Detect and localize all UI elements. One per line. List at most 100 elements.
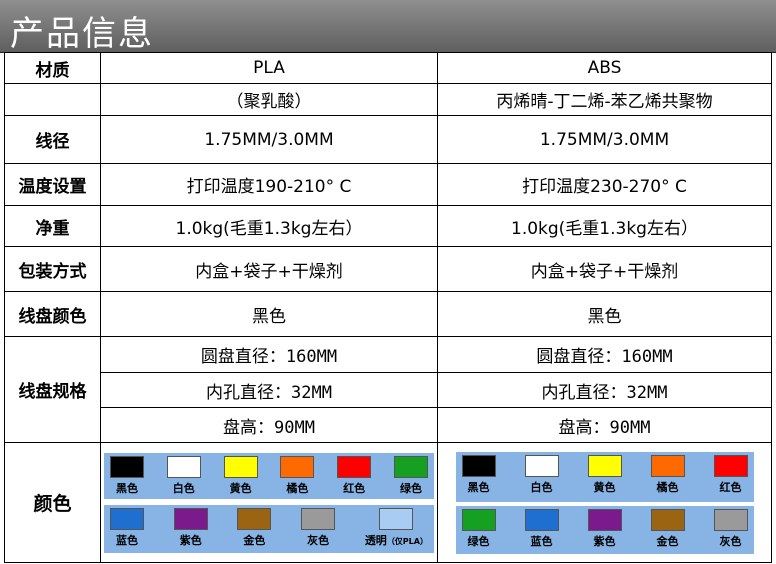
color-swatch-box bbox=[337, 455, 372, 478]
color-swatch-box bbox=[587, 508, 622, 531]
color-swatch: 白色 bbox=[166, 455, 201, 496]
abs-net-weight: 1.0kg(毛重1.3kg左右） bbox=[437, 205, 772, 247]
abs-spool-diameter: 圆盘直径：160MM bbox=[437, 336, 772, 373]
color-swatch: 黑色 bbox=[461, 454, 496, 495]
color-swatch-label: 灰色 bbox=[307, 532, 329, 548]
color-swatch: 橘色 bbox=[280, 455, 315, 496]
color-name: 绿色 bbox=[467, 534, 490, 548]
color-swatch-label: 灰色 bbox=[720, 533, 742, 549]
color-swatch: 白色 bbox=[524, 454, 559, 495]
pla-spool-color: 黑色 bbox=[100, 291, 438, 337]
color-name: 蓝色 bbox=[530, 534, 553, 548]
color-swatch: 紫色 bbox=[173, 507, 208, 548]
color-swatch: 金色 bbox=[650, 508, 685, 549]
color-name: 紫色 bbox=[179, 533, 202, 547]
pla-net-weight: 1.0kg(毛重1.3kg左右） bbox=[100, 205, 438, 247]
table-row: 材质 PLA ABS bbox=[4, 52, 772, 84]
table-row: 线径 1.75MM/3.0MM 1.75MM/3.0MM bbox=[4, 115, 772, 164]
table-row: 净重 1.0kg(毛重1.3kg左右） 1.0kg(毛重1.3kg左右） bbox=[4, 205, 772, 247]
color-swatch: 蓝色 bbox=[110, 507, 144, 548]
color-swatch-box bbox=[280, 455, 315, 478]
empty-cell bbox=[4, 83, 101, 116]
color-swatch-label: 绿色 bbox=[468, 533, 490, 549]
table-row: 线盘规格 圆盘直径：160MM 圆盘直径：160MM bbox=[4, 336, 772, 443]
color-swatch: 黄色 bbox=[587, 454, 622, 495]
color-swatch-label: 红色 bbox=[720, 479, 742, 495]
color-swatch-box bbox=[524, 454, 559, 477]
color-swatch-label: 黄色 bbox=[594, 479, 616, 495]
color-swatch-box bbox=[587, 454, 622, 477]
color-swatch-label: 透明（仅PLA） bbox=[365, 532, 428, 548]
color-name: 黄色 bbox=[593, 480, 616, 494]
color-swatch-label: 黄色 bbox=[230, 480, 252, 496]
color-name: 绿色 bbox=[399, 481, 422, 495]
pla-spool-hole: 内孔直径：32MM bbox=[100, 372, 438, 408]
color-swatch: 黄色 bbox=[223, 455, 258, 496]
color-swatch-box bbox=[524, 508, 559, 531]
color-swatch-label: 红色 bbox=[343, 480, 365, 496]
abs-diameter: 1.75MM/3.0MM bbox=[437, 115, 772, 164]
pla-colors: 黑色 白色 黄色 橘色 红色 绿色 蓝色 紫色 金色 灰色 透明（仅PLA） bbox=[100, 442, 438, 563]
color-swatch-label: 橘色 bbox=[286, 480, 308, 496]
color-swatch-label: 白色 bbox=[173, 480, 195, 496]
table-row: （聚乳酸） 丙烯晴-丁二烯-苯乙烯共聚物 bbox=[4, 83, 772, 116]
color-swatch: 黑色 bbox=[110, 455, 144, 496]
color-name: 蓝色 bbox=[116, 533, 138, 547]
color-swatch: 蓝色 bbox=[524, 508, 559, 549]
pla-temperature: 打印温度190-210° C bbox=[100, 163, 438, 206]
table-row: 盘高：90MM 盘高：90MM bbox=[5, 407, 772, 443]
table-row: 包装方式 内盒+袋子+干燥剂 内盒+袋子+干燥剂 bbox=[4, 246, 772, 292]
color-swatch: 紫色 bbox=[587, 508, 622, 549]
color-swatch-label: 绿色 bbox=[400, 480, 422, 496]
color-name: 橘色 bbox=[286, 481, 309, 495]
pla-diameter: 1.75MM/3.0MM bbox=[100, 115, 438, 164]
color-swatch-box bbox=[237, 507, 272, 530]
label-colors: 颜色 bbox=[4, 442, 101, 563]
pla-material: PLA bbox=[100, 52, 438, 84]
label-spool-color: 线盘颜色 bbox=[4, 291, 101, 337]
color-swatch-label: 紫色 bbox=[180, 532, 202, 548]
abs-spool-color: 黑色 bbox=[437, 291, 772, 337]
abs-material-full: 丙烯晴-丁二烯-苯乙烯共聚物 bbox=[437, 83, 772, 116]
color-name: 橘色 bbox=[656, 480, 679, 494]
color-name: 红色 bbox=[343, 481, 366, 495]
abs-packaging: 内盒+袋子+干燥剂 bbox=[437, 246, 772, 292]
color-name: 黄色 bbox=[229, 481, 252, 495]
color-swatch-box bbox=[379, 507, 414, 530]
label-spool-spec: 线盘规格 bbox=[4, 336, 101, 443]
color-name: 灰色 bbox=[719, 534, 742, 548]
color-swatch-label: 金色 bbox=[657, 533, 679, 549]
pla-packaging: 内盒+袋子+干燥剂 bbox=[100, 246, 438, 292]
color-swatch-box bbox=[713, 454, 748, 477]
table-row: 温度设置 打印温度190-210° C 打印温度230-270° C bbox=[4, 163, 772, 206]
label-diameter: 线径 bbox=[4, 115, 101, 164]
pla-material-full: （聚乳酸） bbox=[100, 83, 438, 116]
pla-spool-diameter: 圆盘直径：160MM bbox=[100, 336, 438, 373]
abs-material: ABS bbox=[437, 52, 772, 84]
abs-swatch-panel-1: 黑色 白色 黄色 橘色 红色 bbox=[455, 451, 754, 502]
color-swatch-label: 紫色 bbox=[594, 533, 616, 549]
color-swatch: 橘色 bbox=[650, 454, 685, 495]
label-material: 材质 bbox=[4, 52, 101, 84]
color-name: 白色 bbox=[530, 480, 553, 494]
color-swatch-box bbox=[110, 455, 144, 478]
color-swatch-label: 蓝色 bbox=[531, 533, 553, 549]
color-swatch: 绿色 bbox=[461, 508, 496, 549]
color-name: 金色 bbox=[656, 534, 679, 548]
table-row: 颜色 黑色 白色 黄色 橘色 红色 绿色 蓝色 紫色 金色 灰色 透明（仅PLA） 黑色 白色 黄色橘… bbox=[4, 442, 772, 563]
color-name: 黑色 bbox=[116, 481, 138, 495]
color-name: 灰色 bbox=[307, 533, 330, 547]
color-name: 黑色 bbox=[467, 480, 490, 494]
color-swatch-box bbox=[223, 455, 258, 478]
abs-spool-height: 盘高：90MM bbox=[437, 407, 772, 443]
color-name: 金色 bbox=[243, 533, 266, 547]
color-name: 紫色 bbox=[593, 534, 616, 548]
color-swatch: 灰色 bbox=[713, 508, 748, 549]
color-swatch-box bbox=[650, 454, 685, 477]
pla-swatch-panel-1: 黑色 白色 黄色 橘色 红色 绿色 bbox=[104, 452, 434, 499]
color-swatch-box bbox=[173, 507, 208, 530]
product-info-table: 材质 PLA ABS （聚乳酸） 丙烯晴-丁二烯-苯乙烯共聚物 线径 1.75M… bbox=[4, 52, 772, 563]
color-swatch: 灰色 bbox=[301, 507, 336, 548]
table-row: 内孔直径：32MM 内孔直径：32MM bbox=[5, 372, 772, 408]
color-swatch-box bbox=[393, 455, 428, 478]
